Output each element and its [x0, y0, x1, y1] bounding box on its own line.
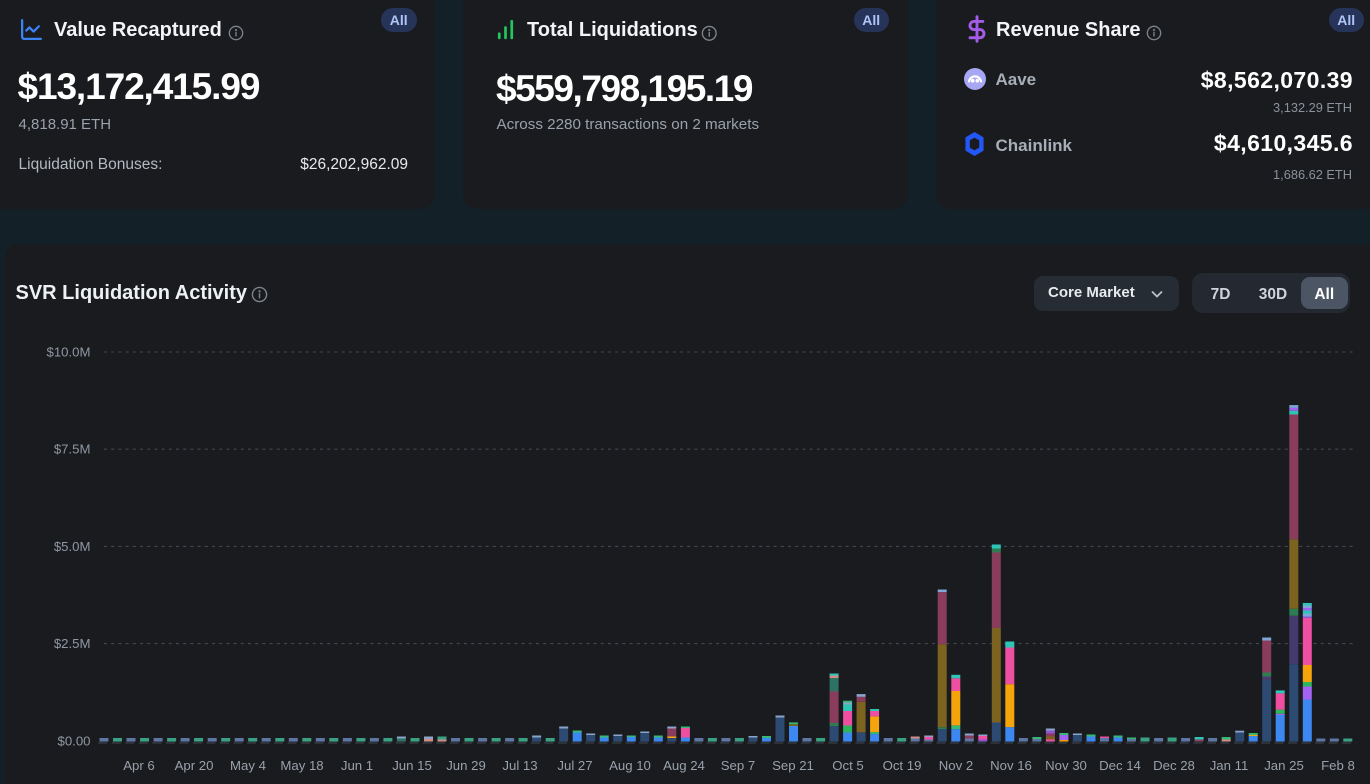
svg-text:Aug 24: Aug 24: [663, 758, 705, 773]
svg-text:Nov 2: Nov 2: [939, 758, 973, 773]
svg-text:May 18: May 18: [280, 758, 323, 773]
svg-text:Aug 10: Aug 10: [609, 758, 651, 773]
svg-text:Sep 21: Sep 21: [772, 758, 814, 773]
svg-text:Nov 16: Nov 16: [990, 758, 1032, 773]
svg-text:Oct 19: Oct 19: [883, 758, 922, 773]
svg-text:Apr 6: Apr 6: [123, 758, 155, 773]
svg-text:Jun 15: Jun 15: [392, 758, 432, 773]
svg-text:Oct 5: Oct 5: [832, 758, 864, 773]
svg-text:$5.0M: $5.0M: [54, 539, 91, 554]
svg-text:$0.00: $0.00: [57, 733, 90, 748]
svg-text:$2.5M: $2.5M: [54, 636, 91, 651]
svg-text:Dec 28: Dec 28: [1153, 758, 1195, 773]
svg-text:$10.0M: $10.0M: [47, 345, 91, 360]
svg-text:$7.5M: $7.5M: [54, 442, 91, 457]
svg-text:Apr 20: Apr 20: [175, 758, 214, 773]
svg-text:Dec 14: Dec 14: [1099, 758, 1141, 773]
svg-text:Jul 27: Jul 27: [557, 758, 592, 773]
svg-text:Feb 8: Feb 8: [1321, 758, 1355, 773]
svg-text:Jun 29: Jun 29: [446, 758, 486, 773]
svg-text:May 4: May 4: [230, 758, 266, 773]
svg-text:Jan 25: Jan 25: [1264, 758, 1304, 773]
svg-text:Sep 7: Sep 7: [721, 758, 755, 773]
svg-text:Jun 1: Jun 1: [341, 758, 373, 773]
svg-text:Jul 13: Jul 13: [502, 758, 537, 773]
svg-text:Nov 30: Nov 30: [1045, 758, 1087, 773]
svg-text:Jan 11: Jan 11: [1210, 758, 1249, 773]
